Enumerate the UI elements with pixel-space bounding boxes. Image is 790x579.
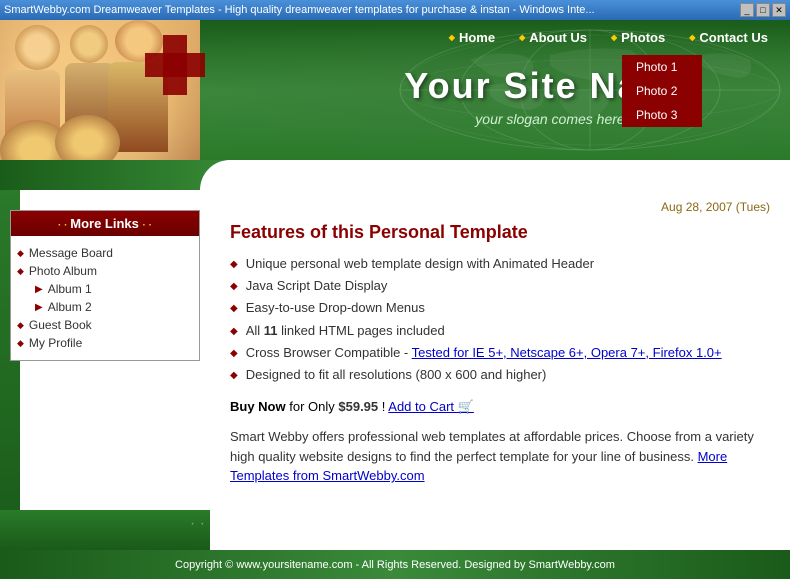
feature-item: ◆ All 11 linked HTML pages included	[230, 322, 770, 340]
sidebar-header-dots-right: · ·	[143, 220, 152, 231]
content-area: Aug 28, 2007 (Tues) Features of this Per…	[210, 190, 790, 550]
red-cross-decoration	[145, 35, 205, 95]
bullet-icon: ◆	[230, 280, 238, 294]
footer: Copyright © www.yoursitename.com - All R…	[0, 550, 790, 579]
header-dots-decoration: · · ·	[5, 155, 33, 160]
sidebar-link-album1[interactable]: ▶ Album 1	[17, 280, 193, 298]
sidebar-link-label: Photo Album	[29, 264, 97, 278]
nav-photos[interactable]: Photos	[599, 24, 677, 51]
main-layout: · · More Links · · ◆ Message Board ◆ Pho…	[0, 190, 790, 550]
browser-content: · · · Home About Us Photos Contact Us Ph…	[0, 20, 790, 579]
feature-item: ◆ Java Script Date Display	[230, 277, 770, 295]
close-button[interactable]: ✕	[772, 3, 786, 17]
footer-text: Copyright © www.yoursitename.com - All R…	[175, 559, 615, 571]
sidebar-links: ◆ Message Board ◆ Photo Album ▶ Album 1	[11, 236, 199, 360]
feature-item: ◆ Designed to fit all resolutions (800 x…	[230, 366, 770, 384]
feature-text: Java Script Date Display	[246, 277, 388, 295]
maximize-button[interactable]: □	[756, 3, 770, 17]
sidebar-bottom-dots: · ·	[190, 515, 205, 533]
sidebar-link-photoalbum[interactable]: ◆ Photo Album	[17, 262, 193, 280]
diamond-icon: ◆	[17, 248, 24, 259]
sidebar-link-myprofile[interactable]: ◆ My Profile	[17, 334, 193, 352]
minimize-button[interactable]: _	[740, 3, 754, 17]
sidebar-link-album2[interactable]: ▶ Album 2	[17, 298, 193, 316]
feature-item: ◆ Cross Browser Compatible - Tested for …	[230, 344, 770, 362]
sidebar-link-label: Album 2	[48, 300, 92, 314]
wave-separator	[0, 160, 790, 190]
diamond-icon: ◆	[17, 338, 24, 349]
diamond-icon: ◆	[17, 266, 24, 277]
browser-compat-link[interactable]: Tested for IE 5+, Netscape 6+, Opera 7+,…	[412, 345, 722, 360]
buy-section: Buy Now for Only $59.95 ! Add to Cart 🛒	[230, 399, 770, 415]
arrow-icon: ▶	[35, 284, 43, 295]
sidebar-link-label: Guest Book	[29, 318, 92, 332]
site-header: · · · Home About Us Photos Contact Us Ph…	[0, 20, 790, 160]
buy-label: Buy Now	[230, 399, 286, 414]
bullet-icon: ◆	[230, 369, 238, 383]
titlebar: SmartWebby.com Dreamweaver Templates - H…	[0, 0, 790, 20]
add-to-cart-link[interactable]: Add to Cart 🛒	[388, 399, 474, 414]
site-slogan: your slogan comes here	[320, 111, 780, 127]
sidebar-link-label: My Profile	[29, 336, 82, 350]
nav-contact[interactable]: Contact Us	[677, 24, 780, 51]
bullet-icon: ◆	[230, 347, 238, 361]
feature-text: All 11 linked HTML pages included	[246, 322, 445, 340]
dropdown-photo3[interactable]: Photo 3	[622, 103, 702, 127]
buy-text: for Only	[289, 399, 338, 414]
titlebar-title: SmartWebby.com Dreamweaver Templates - H…	[4, 4, 740, 16]
dropdown-photo1[interactable]: Photo 1	[622, 55, 702, 79]
dropdown-photo2[interactable]: Photo 2	[622, 79, 702, 103]
feature-item: ◆ Unique personal web template design wi…	[230, 255, 770, 273]
bullet-icon: ◆	[230, 302, 238, 316]
description-body: Smart Webby offers professional web temp…	[230, 429, 754, 464]
diamond-icon: ◆	[17, 320, 24, 331]
sidebar-link-messageboard[interactable]: ◆ Message Board	[17, 244, 193, 262]
site-title-area: Your Site Name your slogan comes here	[320, 65, 780, 127]
date-display: Aug 28, 2007 (Tues)	[230, 200, 770, 214]
window-controls[interactable]: _ □ ✕	[740, 3, 786, 17]
sidebar-box: · · More Links · · ◆ Message Board ◆ Pho…	[10, 210, 200, 361]
feature-text: Cross Browser Compatible - Tested for IE…	[246, 344, 722, 362]
photos-dropdown: Photo 1 Photo 2 Photo 3	[622, 55, 702, 127]
content-title: Features of this Personal Template	[230, 222, 770, 243]
sidebar-box-header: · · More Links · ·	[11, 211, 199, 236]
feature-text: Unique personal web template design with…	[246, 255, 594, 273]
feature-text: Easy-to-use Drop-down Menus	[246, 299, 425, 317]
sidebar-header-dots-left: · ·	[58, 220, 70, 231]
sidebar-link-label: Message Board	[29, 246, 113, 260]
site-title: Your Site Name	[320, 65, 780, 107]
nav-bar: Home About Us Photos Contact Us	[437, 20, 790, 55]
sidebar: · · More Links · · ◆ Message Board ◆ Pho…	[0, 190, 210, 550]
description-text: Smart Webby offers professional web temp…	[230, 427, 770, 486]
sidebar-box-title: More Links	[70, 216, 139, 231]
features-list: ◆ Unique personal web template design wi…	[230, 255, 770, 384]
sidebar-link-guestbook[interactable]: ◆ Guest Book	[17, 316, 193, 334]
arrow-icon: ▶	[35, 302, 43, 313]
bullet-icon: ◆	[230, 258, 238, 272]
sidebar-link-label: Album 1	[48, 282, 92, 296]
feature-item: ◆ Easy-to-use Drop-down Menus	[230, 299, 770, 317]
feature-text: Designed to fit all resolutions (800 x 6…	[246, 366, 547, 384]
nav-about[interactable]: About Us	[507, 24, 599, 51]
sidebar-bottom-green: · ·	[0, 510, 210, 550]
bullet-icon: ◆	[230, 325, 238, 339]
nav-home[interactable]: Home	[437, 24, 507, 51]
price-display: $59.95	[338, 399, 378, 414]
